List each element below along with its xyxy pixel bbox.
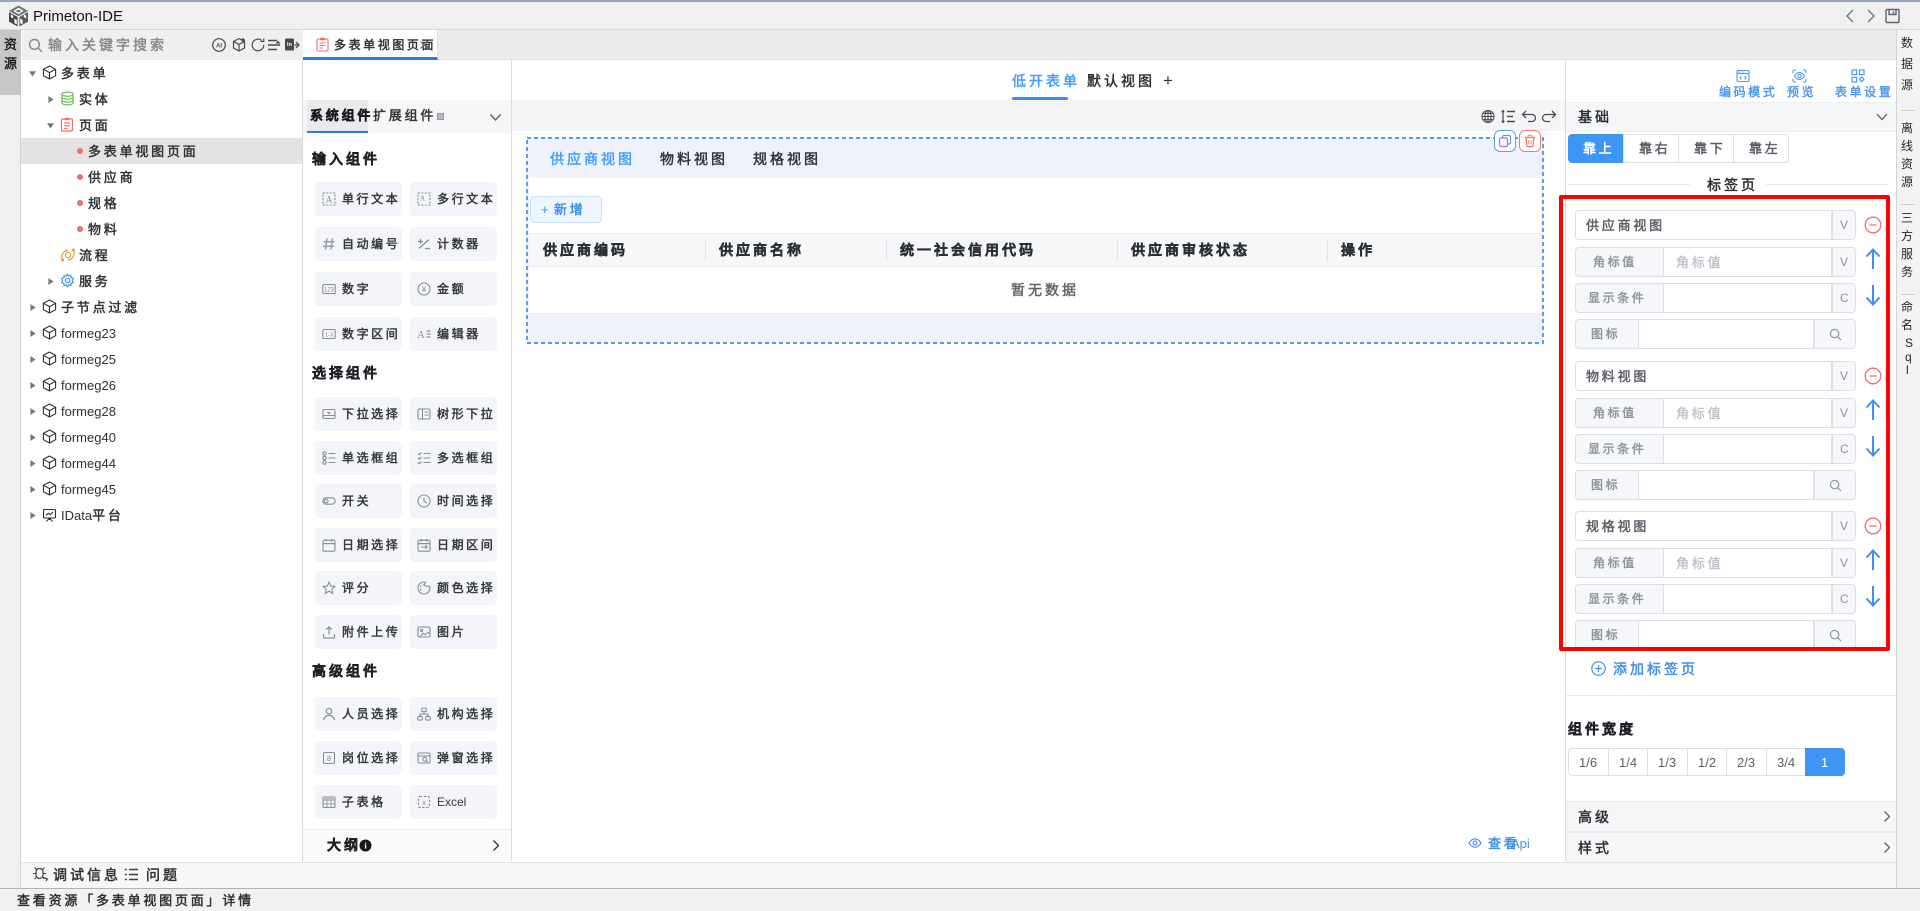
svg-text:123: 123 [324, 288, 335, 294]
svg-text:A: A [326, 195, 333, 205]
svg-text:In: In [287, 42, 293, 48]
svg-text:1-3: 1-3 [325, 332, 333, 338]
svg-text:A: A [420, 195, 425, 203]
svg-text:AI: AI [216, 44, 222, 50]
svg-text:A: A [417, 330, 425, 341]
svg-text:8: 8 [327, 754, 331, 763]
svg-text:¥: ¥ [421, 285, 427, 294]
svg-text:x: x [422, 798, 426, 807]
